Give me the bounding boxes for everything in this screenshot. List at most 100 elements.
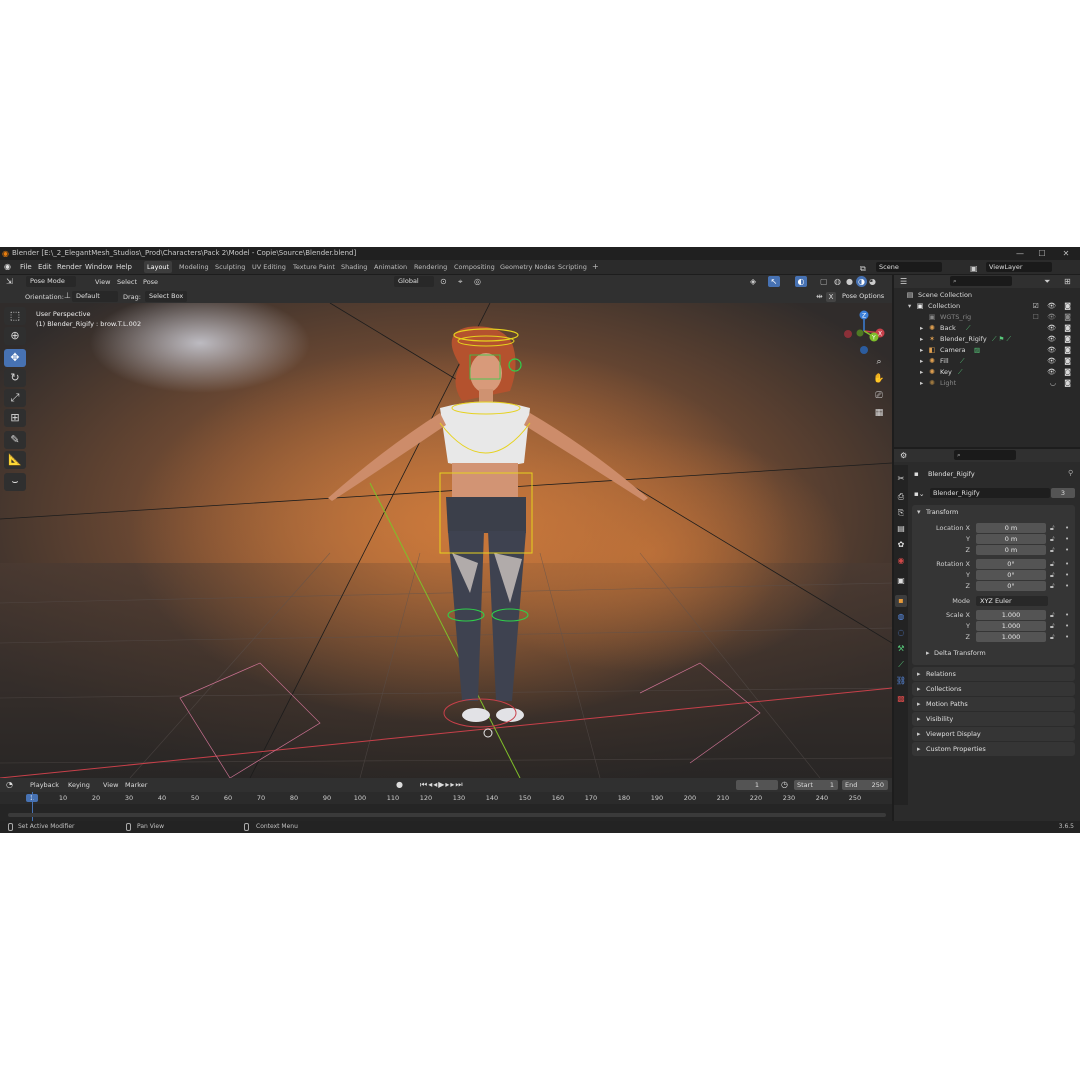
outliner-row-fill[interactable]: ▸ ✺ Fill ⟋ 👁 ◙	[894, 356, 1080, 367]
world-tab-icon[interactable]: ◉	[895, 555, 907, 567]
row-visibility-icons[interactable]: 👁 ◙	[1047, 356, 1074, 367]
row-visibility-icons[interactable]: 👁 ◙	[1047, 345, 1074, 356]
expand-arrow-icon[interactable]: ▸	[920, 367, 923, 378]
keyframe-dot-icon[interactable]: •	[1065, 622, 1069, 630]
lock-icon[interactable]: 🔓︎	[1050, 633, 1055, 642]
expand-arrow-icon[interactable]: ▸	[926, 649, 930, 657]
keyframe-dot-icon[interactable]: •	[1065, 582, 1069, 590]
menu-edit[interactable]: Edit	[38, 260, 52, 274]
expand-arrow-icon[interactable]: ▸	[917, 745, 921, 753]
keyframe-dot-icon[interactable]: •	[1065, 611, 1069, 619]
location-y-field[interactable]: 0 m	[976, 534, 1046, 544]
select-tool-icon[interactable]: ⬚	[4, 307, 26, 325]
scene-selector[interactable]: Scene	[876, 262, 942, 272]
close-icon[interactable]: ✕	[1054, 247, 1078, 260]
orientation-dropdown[interactable]: Default	[72, 291, 118, 302]
current-frame-field[interactable]: 1	[736, 780, 778, 790]
visibility-panel[interactable]: ▸ Visibility	[912, 712, 1075, 726]
output-tab-icon[interactable]: ⎘	[895, 507, 907, 519]
keyframe-dot-icon[interactable]: •	[1065, 535, 1069, 543]
blender-menu-icon[interactable]: ◉	[4, 260, 11, 274]
scene-tab-icon[interactable]: ✿	[895, 539, 907, 551]
expand-arrow-icon[interactable]: ▾	[908, 301, 911, 312]
tab-geometry-nodes[interactable]: Geometry Nodes	[497, 261, 558, 273]
tab-scripting[interactable]: Scripting	[555, 261, 590, 273]
motion-paths-panel[interactable]: ▸ Motion Paths	[912, 697, 1075, 711]
rotation-x-field[interactable]: 0°	[976, 559, 1046, 569]
location-z-field[interactable]: 0 m	[976, 545, 1046, 555]
row-visibility-icons[interactable]: 👁 ◙	[1047, 334, 1074, 345]
move-tool-icon[interactable]: ✥	[4, 349, 26, 367]
relations-panel[interactable]: ▸ Relations	[912, 667, 1075, 681]
expand-arrow-icon[interactable]: ▸	[920, 334, 923, 345]
lock-icon[interactable]: 🔓︎	[1050, 611, 1055, 620]
add-workspace-button[interactable]: +	[589, 261, 602, 273]
transform-orientation-dropdown[interactable]: Global	[394, 276, 434, 287]
drag-dropdown[interactable]: Select Box	[145, 291, 187, 302]
frame-ruler[interactable]: 1102030405060708090100110120130140150160…	[0, 792, 892, 804]
properties-search-input[interactable]: ⌕	[954, 450, 1016, 460]
row-visibility-icons[interactable]: 👁 ◙	[1047, 323, 1074, 334]
tab-modeling[interactable]: Modeling	[176, 261, 212, 273]
lock-icon[interactable]: 🔓︎	[1050, 582, 1055, 591]
collections-panel[interactable]: ▸ Collections	[912, 682, 1075, 696]
row-visibility-icons[interactable]: ☑ 👁 ◙	[1033, 301, 1074, 312]
texture-tab-icon[interactable]: ▩	[895, 693, 907, 705]
outliner-row-camera[interactable]: ▸ ◧ Camera ▨ 👁 ◙	[894, 345, 1080, 356]
maximize-icon[interactable]: ☐	[1030, 247, 1054, 260]
users-count[interactable]: 3	[1051, 488, 1075, 498]
menu-pose[interactable]: Pose	[143, 278, 158, 286]
expand-arrow-icon[interactable]: ▸	[917, 670, 921, 678]
constraints-tab-icon[interactable]: ⛓	[895, 675, 907, 687]
tab-shading[interactable]: Shading	[338, 261, 370, 273]
menu-render[interactable]: Render	[57, 260, 82, 274]
object-name-field[interactable]: Blender_Rigify	[930, 488, 1050, 498]
collection-tab-icon[interactable]: ▣	[895, 575, 907, 587]
measure-tool-icon[interactable]: 📐	[4, 451, 26, 469]
rotation-y-field[interactable]: 0°	[976, 570, 1046, 580]
3d-viewport[interactable]: ⬚ ⊕ ✥ ↻ ⤢ ⊞ ✎ 📐 ⌣ User Perspective (1) B…	[0, 303, 892, 778]
tab-animation[interactable]: Animation	[371, 261, 410, 273]
shading-solid-icon[interactable]: ●	[846, 277, 853, 286]
outliner-row-collection[interactable]: ▾ ▣ Collection ☑ 👁 ◙	[894, 301, 1080, 312]
outliner-row-wgts-rig[interactable]: ▣ WGTS_rig ☐ 👁 ◙	[894, 312, 1080, 323]
expand-arrow-icon[interactable]: ▸	[917, 685, 921, 693]
collapse-arrow-icon[interactable]: ▾	[917, 508, 921, 516]
overlay-toggle-icon[interactable]: ◐	[795, 276, 807, 287]
scale-y-field[interactable]: 1.000	[976, 621, 1046, 631]
timeline-scrollbar[interactable]	[8, 813, 886, 817]
physics-tab-icon[interactable]: ◌	[895, 627, 907, 639]
outliner-row-back[interactable]: ▸ ✺ Back ⟋ 👁 ◙	[894, 323, 1080, 334]
outliner-row-key[interactable]: ▸ ✺ Key ⟋ 👁 ◙	[894, 367, 1080, 378]
tab-layout[interactable]: Layout	[144, 261, 173, 273]
shading-material-icon[interactable]: ◑	[856, 276, 867, 287]
menu-window[interactable]: Window	[85, 260, 113, 274]
tool-tab-icon[interactable]: ✂	[895, 473, 907, 485]
cursor-tool-icon[interactable]: ⊕	[4, 327, 26, 345]
lock-icon[interactable]: 🔓︎	[1050, 546, 1055, 555]
lock-icon[interactable]: 🔓︎	[1050, 571, 1055, 580]
menu-view[interactable]: View	[95, 278, 110, 286]
scale-z-field[interactable]: 1.000	[976, 632, 1046, 642]
transform-tool-icon[interactable]: ⊞	[4, 409, 26, 427]
keyframe-dot-icon[interactable]: •	[1065, 633, 1069, 641]
menu-select[interactable]: Select	[117, 278, 137, 286]
record-icon[interactable]: ●	[396, 780, 403, 789]
expand-arrow-icon[interactable]: ▸	[917, 730, 921, 738]
zoom-icon[interactable]: ⌕	[871, 354, 887, 370]
relax-tool-icon[interactable]: ⌣	[4, 473, 26, 491]
outliner-row-light[interactable]: ▸ ✺ Light ◡ ◙	[894, 378, 1080, 389]
pivot-icon[interactable]: ⊙	[440, 277, 447, 286]
data-block-icon[interactable]: ▪⌄	[914, 490, 925, 498]
tab-compositing[interactable]: Compositing	[451, 261, 498, 273]
outliner-editor-icon[interactable]: ☰	[900, 277, 907, 286]
scale-x-field[interactable]: 1.000	[976, 610, 1046, 620]
row-visibility-icons[interactable]: 👁 ◙	[1047, 367, 1074, 378]
playback-controls-icon[interactable]: ⏮◂◂▶▸▸⏭	[420, 780, 464, 790]
mirror-icon[interactable]: ⇹	[816, 292, 823, 301]
menu-playback[interactable]: Playback	[30, 781, 59, 789]
outliner-row-blender-rigify[interactable]: ▸ ✶ Blender_Rigify ⟋ ⚑ ⟋ 👁 ◙	[894, 334, 1080, 345]
perspective-toggle-icon[interactable]: ▦	[871, 405, 887, 421]
shading-wireframe-icon[interactable]: ◍	[834, 277, 841, 286]
rotation-z-field[interactable]: 0°	[976, 581, 1046, 591]
